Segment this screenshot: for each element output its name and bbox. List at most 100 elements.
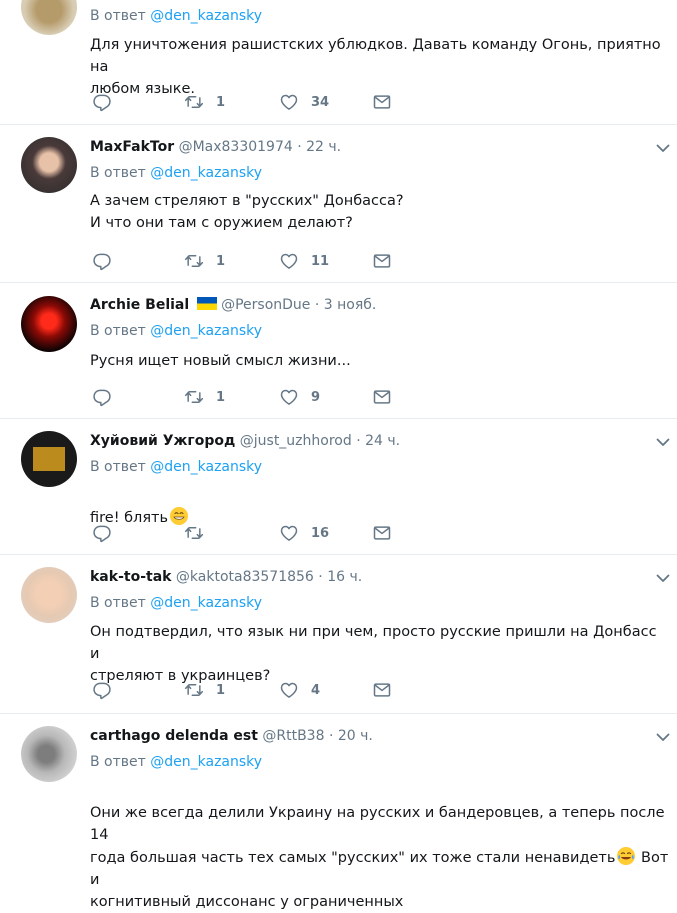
retweet-button[interactable] (184, 523, 216, 543)
heart-icon (279, 523, 299, 543)
tweet[interactable]: kak-to-tak @kaktota83571856 · 16 ч. В от… (0, 555, 677, 714)
tweet-actions: 1 11 (90, 251, 410, 273)
chevron-down-icon[interactable] (655, 729, 671, 745)
like-button[interactable]: 9 (279, 387, 320, 407)
author-name[interactable]: kak-to-tak (90, 569, 171, 585)
retweet-icon (184, 680, 204, 700)
reply-mention-link[interactable]: @den_kazansky (150, 165, 262, 181)
heart-icon (279, 387, 299, 407)
tweet-time[interactable]: 24 ч. (365, 433, 400, 449)
reply-button[interactable] (92, 387, 124, 407)
author-handle[interactable]: @PersonDue (221, 297, 310, 313)
tweet-time[interactable]: 16 ч. (327, 569, 362, 585)
envelope-icon (372, 251, 392, 271)
tweet-text: Русня ищет новый смысл жизни... (90, 353, 351, 369)
author-handle[interactable]: @RttB38 (262, 728, 324, 744)
reply-icon (92, 523, 112, 543)
retweet-button[interactable]: 1 (184, 387, 225, 407)
reply-to: В ответ @den_kazansky (90, 459, 263, 475)
reply-button[interactable] (92, 92, 124, 112)
reply-button[interactable] (92, 251, 124, 271)
author-handle[interactable]: @just_uzhhorod (240, 433, 352, 449)
reply-to: В ответ @den_kazansky (90, 165, 263, 181)
retweet-button[interactable]: 1 (184, 251, 225, 271)
tweet-header: carthago delenda est @RttB38 · 20 ч. (90, 728, 373, 744)
direct-message-button[interactable] (372, 680, 392, 700)
like-count: 11 (311, 253, 330, 269)
tweet-actions: 1 4 (90, 680, 410, 702)
tweet[interactable]: carthago delenda est @RttB38 · 20 ч. В о… (0, 714, 677, 910)
reply-icon (92, 92, 112, 112)
retweet-icon (184, 387, 204, 407)
author-name[interactable]: MaxFakTor (90, 139, 174, 155)
envelope-icon (372, 523, 392, 543)
tweet-time[interactable]: 20 ч. (338, 728, 373, 744)
avatar[interactable] (21, 137, 77, 193)
author-name[interactable]: Хуйовий Ужгород (90, 433, 235, 449)
retweet-icon (184, 251, 204, 271)
envelope-icon (372, 387, 392, 407)
tweet-time[interactable]: 3 нояб. (324, 297, 377, 313)
author-handle[interactable]: @Max83301974 (179, 139, 293, 155)
envelope-icon (372, 680, 392, 700)
chevron-down-icon[interactable] (655, 570, 671, 586)
like-button[interactable]: 34 (279, 92, 329, 112)
tweet-text: Они же всегда делили Украину на русских … (90, 805, 669, 910)
avatar[interactable] (21, 567, 77, 623)
avatar[interactable] (21, 296, 77, 352)
direct-message-button[interactable] (372, 92, 392, 112)
like-button[interactable]: 16 (279, 523, 329, 543)
like-button[interactable]: 11 (279, 251, 329, 271)
like-count: 16 (311, 525, 330, 541)
reply-to: В ответ @den_kazansky (90, 754, 263, 770)
reply-to: В ответ @den_kazansky (90, 323, 263, 339)
retweet-button[interactable]: 1 (184, 680, 225, 700)
reply-button[interactable] (92, 680, 124, 700)
reply-to: В ответ @den_kazansky (90, 595, 263, 611)
retweet-button[interactable]: 1 (184, 92, 225, 112)
retweet-icon (184, 523, 204, 543)
like-count: 34 (311, 94, 330, 110)
retweet-count: 1 (216, 94, 226, 110)
crying-laughing-face-icon (617, 847, 636, 865)
reply-mention-link[interactable]: @den_kazansky (150, 595, 262, 611)
tweet-text: А зачем стреляют в "русских" Донбасса? И… (90, 193, 404, 231)
envelope-icon (372, 92, 392, 112)
tweet-time[interactable]: 22 ч. (306, 139, 341, 155)
reply-icon (92, 387, 112, 407)
tweet[interactable]: MaxFakTor @Max83301974 · 22 ч. В ответ @… (0, 125, 677, 283)
tweet-header: Archie Belial @PersonDue · 3 нояб. (90, 297, 377, 313)
reply-button[interactable] (92, 523, 124, 543)
avatar[interactable] (21, 0, 77, 35)
tweet-text: Он подтвердил, что язык ни при чем, прос… (90, 624, 657, 684)
heart-icon (279, 680, 299, 700)
direct-message-button[interactable] (372, 251, 392, 271)
author-handle[interactable]: @kaktota83571856 (176, 569, 314, 585)
tweet-actions: 1 34 (90, 92, 410, 114)
reply-mention-link[interactable]: @den_kazansky (150, 323, 262, 339)
tweet[interactable]: В ответ @den_kazansky Для уничтожения ра… (0, 0, 677, 125)
retweet-icon (184, 92, 204, 112)
ukraine-flag-icon (196, 297, 217, 310)
heart-icon (279, 251, 299, 271)
tweet-header: Хуйовий Ужгород @just_uzhhorod · 24 ч. (90, 433, 401, 449)
chevron-down-icon[interactable] (655, 140, 671, 156)
tweet-actions: 16 (90, 523, 410, 545)
tweet-header: MaxFakTor @Max83301974 · 22 ч. (90, 139, 342, 155)
reply-mention-link[interactable]: @den_kazansky (150, 8, 262, 24)
like-button[interactable]: 4 (279, 680, 320, 700)
chevron-down-icon[interactable] (655, 434, 671, 450)
reply-mention-link[interactable]: @den_kazansky (150, 459, 262, 475)
direct-message-button[interactable] (372, 387, 392, 407)
direct-message-button[interactable] (372, 523, 392, 543)
reply-mention-link[interactable]: @den_kazansky (150, 754, 262, 770)
author-name[interactable]: Archie Belial (90, 297, 189, 313)
tweet-header: kak-to-tak @kaktota83571856 · 16 ч. (90, 569, 363, 585)
avatar[interactable] (21, 431, 77, 487)
reply-icon (92, 680, 112, 700)
avatar[interactable] (21, 726, 77, 782)
tweet[interactable]: Хуйовий Ужгород @just_uzhhorod · 24 ч. В… (0, 419, 677, 555)
author-name[interactable]: carthago delenda est (90, 728, 258, 744)
reply-to: В ответ @den_kazansky (90, 8, 263, 24)
tweet[interactable]: Archie Belial @PersonDue · 3 нояб. В отв… (0, 283, 677, 419)
